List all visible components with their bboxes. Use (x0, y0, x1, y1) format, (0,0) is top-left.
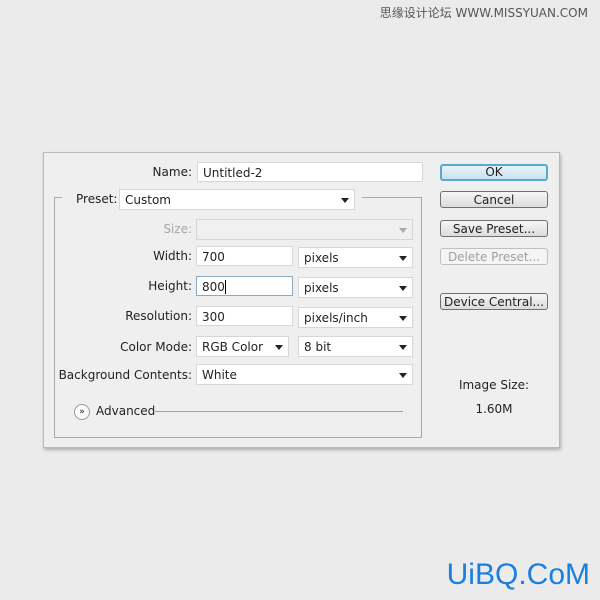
save-preset-button[interactable]: Save Preset... (440, 220, 548, 237)
preset-select[interactable]: Custom (119, 189, 355, 210)
bit-depth-select[interactable]: 8 bit (298, 336, 413, 357)
width-unit-select[interactable]: pixels (298, 247, 413, 268)
color-mode-select[interactable]: RGB Color (196, 336, 289, 357)
chevron-down-icon (399, 228, 407, 233)
background-value: White (202, 368, 237, 382)
height-value: 800 (202, 280, 225, 294)
height-input[interactable]: 800 (196, 276, 293, 296)
cancel-button[interactable]: Cancel (440, 191, 548, 208)
height-unit-select[interactable]: pixels (298, 277, 413, 298)
chevron-down-icon (399, 286, 407, 291)
chevron-down-icon (275, 345, 283, 350)
height-label: Height: (148, 279, 192, 293)
bit-depth-value: 8 bit (304, 340, 332, 354)
resolution-label: Resolution: (125, 309, 192, 323)
watermark-top: 思缘设计论坛 WWW.MISSYUAN.COM (379, 6, 588, 20)
resolution-unit: pixels/inch (304, 311, 368, 325)
chevron-down-icon (399, 373, 407, 378)
height-unit: pixels (304, 281, 339, 295)
image-size-value: 1.60M (475, 402, 513, 416)
color-mode-label: Color Mode: (120, 340, 192, 354)
background-label: Background Contents: (58, 368, 192, 382)
chevron-down-icon (341, 198, 349, 203)
delete-preset-button: Delete Preset... (440, 248, 548, 265)
preset-value: Custom (125, 193, 171, 207)
chevron-down-icon (399, 256, 407, 261)
width-input[interactable]: 700 (196, 246, 293, 266)
resolution-unit-select[interactable]: pixels/inch (298, 307, 413, 328)
background-select[interactable]: White (196, 364, 413, 385)
device-central-button[interactable]: Device Central... (440, 293, 548, 310)
preset-label: Preset: (76, 192, 118, 206)
image-size-label: Image Size: (458, 378, 530, 392)
width-unit: pixels (304, 251, 339, 265)
size-label: Size: (163, 222, 192, 236)
size-select (196, 219, 413, 240)
resolution-input[interactable]: 300 (196, 306, 293, 326)
watermark-bottom: UiBQ.CoM (446, 558, 590, 591)
chevron-down-icon (399, 345, 407, 350)
advanced-expand-icon[interactable]: » (74, 404, 90, 420)
advanced-label[interactable]: Advanced (96, 403, 155, 419)
width-label: Width: (153, 249, 192, 263)
name-input[interactable]: Untitled-2 (197, 162, 423, 182)
ok-button[interactable]: OK (440, 164, 548, 181)
advanced-divider (155, 411, 403, 412)
name-label: Name: (152, 165, 192, 179)
color-mode-value: RGB Color (202, 340, 264, 354)
chevron-down-icon (399, 316, 407, 321)
